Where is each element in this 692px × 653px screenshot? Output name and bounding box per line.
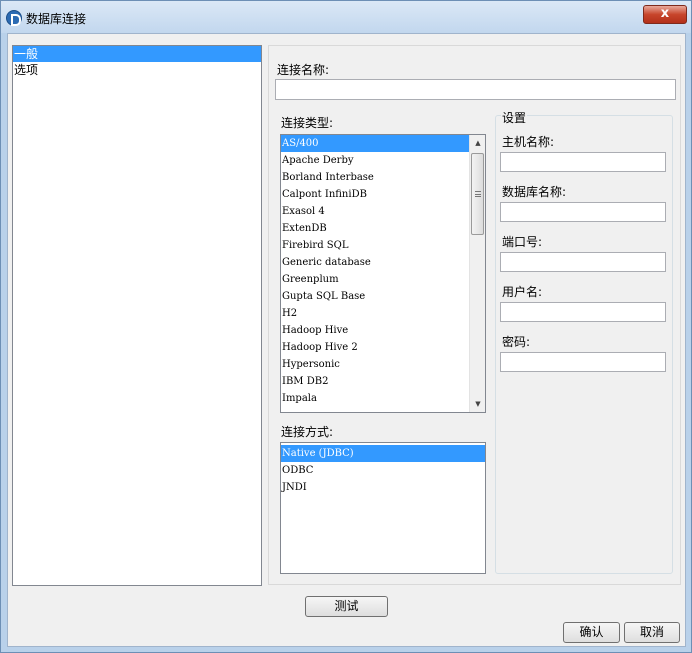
window-title: 数据库连接	[26, 12, 87, 26]
connection-type-item[interactable]: Apache Derby	[281, 152, 470, 169]
password-input[interactable]	[500, 352, 666, 372]
connection-name-label: 连接名称:	[277, 63, 330, 77]
connection-type-scrollbar[interactable]: ▲ ▼	[469, 135, 485, 412]
title-bar[interactable]: 数据库连接 x	[1, 1, 691, 33]
connection-type-item[interactable]: Impala	[281, 390, 470, 407]
access-method-label: 连接方式:	[281, 425, 334, 439]
database-name-input[interactable]	[500, 202, 666, 222]
connection-type-item[interactable]: Exasol 4	[281, 203, 470, 220]
test-button[interactable]: 测试	[305, 596, 388, 617]
connection-type-item[interactable]: Hadoop Hive 2	[281, 339, 470, 356]
connection-type-item[interactable]: Calpont InfiniDB	[281, 186, 470, 203]
connection-type-item[interactable]: Borland Interbase	[281, 169, 470, 186]
scroll-grip-icon	[475, 191, 481, 197]
host-label: 主机名称:	[502, 135, 555, 149]
port-label: 端口号:	[502, 235, 543, 249]
close-button[interactable]: x	[643, 5, 687, 24]
general-panel: 连接名称: 连接类型: AS/400 Apache Derby Borland In…	[268, 45, 681, 585]
connection-type-item[interactable]: Firebird SQL	[281, 237, 470, 254]
app-logo-icon	[6, 10, 22, 26]
access-method-item[interactable]: ODBC	[281, 462, 485, 479]
connection-type-list[interactable]: AS/400 Apache Derby Borland Interbase Calpo…	[280, 134, 486, 413]
dialog-body: 一般 选项 连接名称: 连接类型: AS/400 Apache Derby Borla…	[7, 33, 686, 647]
scroll-down-icon[interactable]: ▼	[470, 396, 485, 412]
access-method-item[interactable]: Native (JDBC)	[281, 445, 485, 462]
database-name-label: 数据库名称:	[502, 185, 567, 199]
access-method-list[interactable]: Native (JDBC) ODBC JNDI	[280, 442, 486, 574]
connection-type-item[interactable]: IBM DB2	[281, 373, 470, 390]
scroll-thumb[interactable]	[471, 153, 484, 235]
username-input[interactable]	[500, 302, 666, 322]
connection-type-item[interactable]: Gupta SQL Base	[281, 288, 470, 305]
ok-button[interactable]: 确认	[563, 622, 620, 643]
nav-list: 一般 选项	[12, 45, 262, 586]
scroll-up-icon[interactable]: ▲	[470, 135, 485, 151]
database-connection-dialog: 数据库连接 x 一般 选项 连接名称: 连接类型: AS/400 Apache De…	[0, 0, 692, 653]
connection-type-item[interactable]: ExtenDB	[281, 220, 470, 237]
nav-item[interactable]: 选项	[13, 62, 261, 78]
port-input[interactable]	[500, 252, 666, 272]
connection-name-input[interactable]	[275, 79, 676, 100]
connection-type-label: 连接类型:	[281, 116, 334, 130]
access-method-item[interactable]: JNDI	[281, 479, 485, 496]
connection-type-item[interactable]: AS/400	[281, 135, 470, 152]
username-label: 用户名:	[502, 285, 543, 299]
connection-type-item[interactable]: Hadoop Hive	[281, 322, 470, 339]
cancel-button[interactable]: 取消	[624, 622, 680, 643]
connection-type-item[interactable]: Greenplum	[281, 271, 470, 288]
connection-type-item[interactable]: Hypersonic	[281, 356, 470, 373]
nav-item[interactable]: 一般	[13, 46, 261, 62]
connection-type-item[interactable]: Generic database	[281, 254, 470, 271]
connection-type-item[interactable]: H2	[281, 305, 470, 322]
password-label: 密码:	[502, 335, 531, 349]
settings-group-title: 设置	[501, 109, 528, 126]
host-input[interactable]	[500, 152, 666, 172]
